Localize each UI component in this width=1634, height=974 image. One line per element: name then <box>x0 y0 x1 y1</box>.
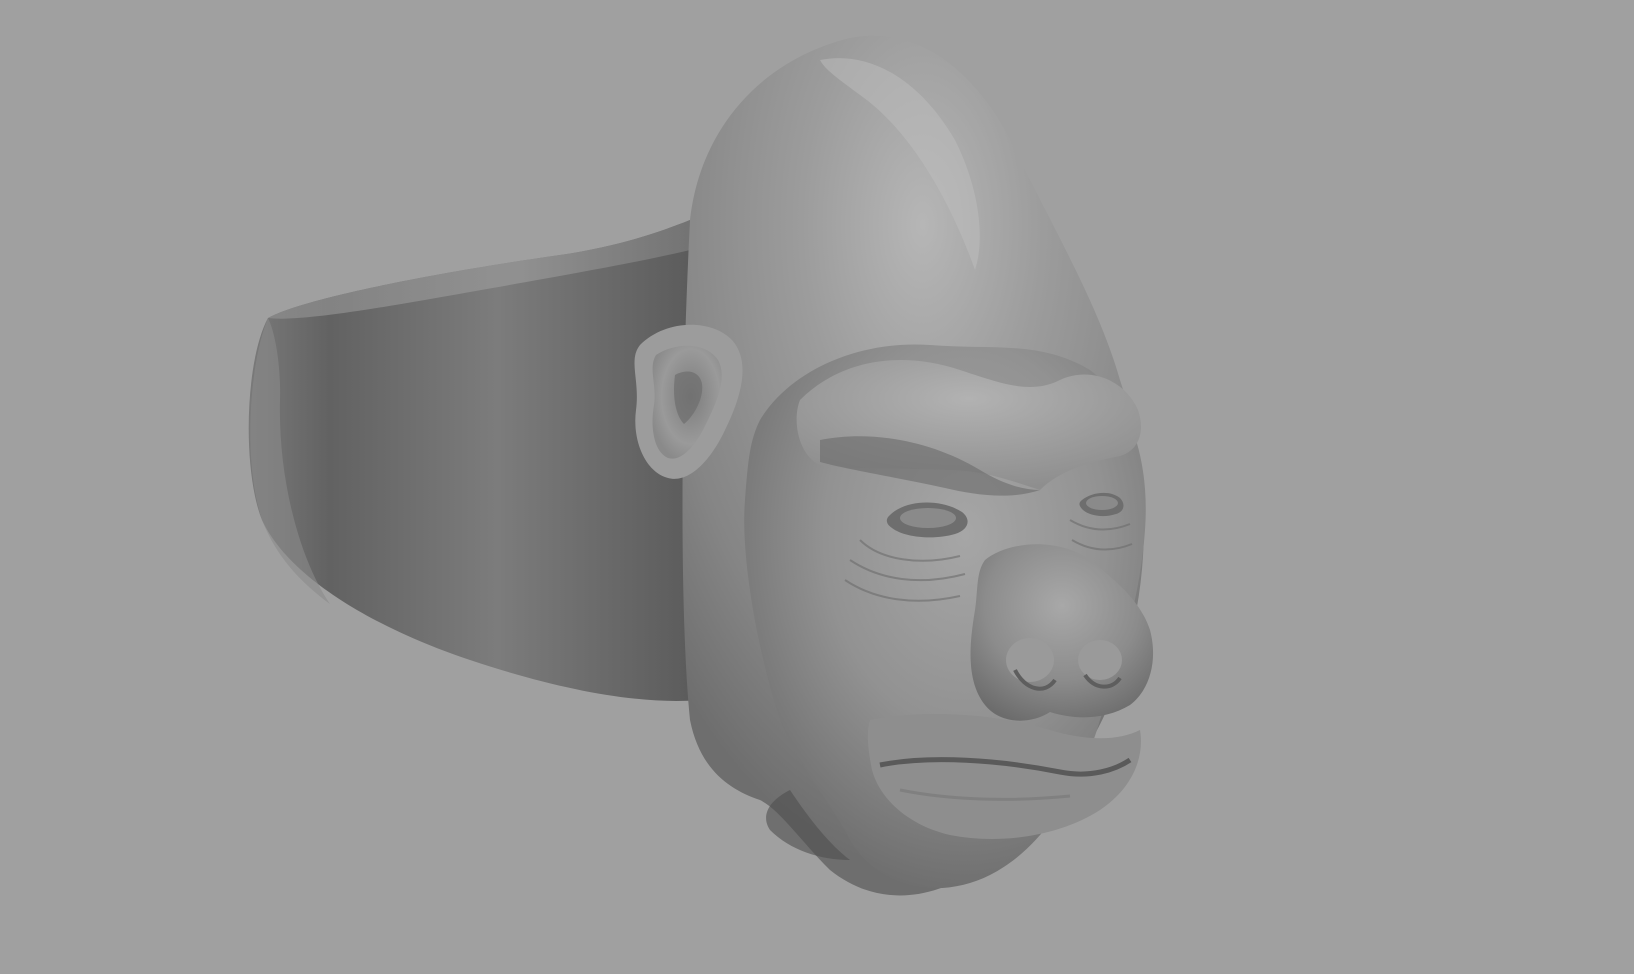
3d-viewport[interactable] <box>0 0 1634 974</box>
viewport-canvas[interactable] <box>0 0 1634 974</box>
ring-band[interactable] <box>248 220 700 701</box>
